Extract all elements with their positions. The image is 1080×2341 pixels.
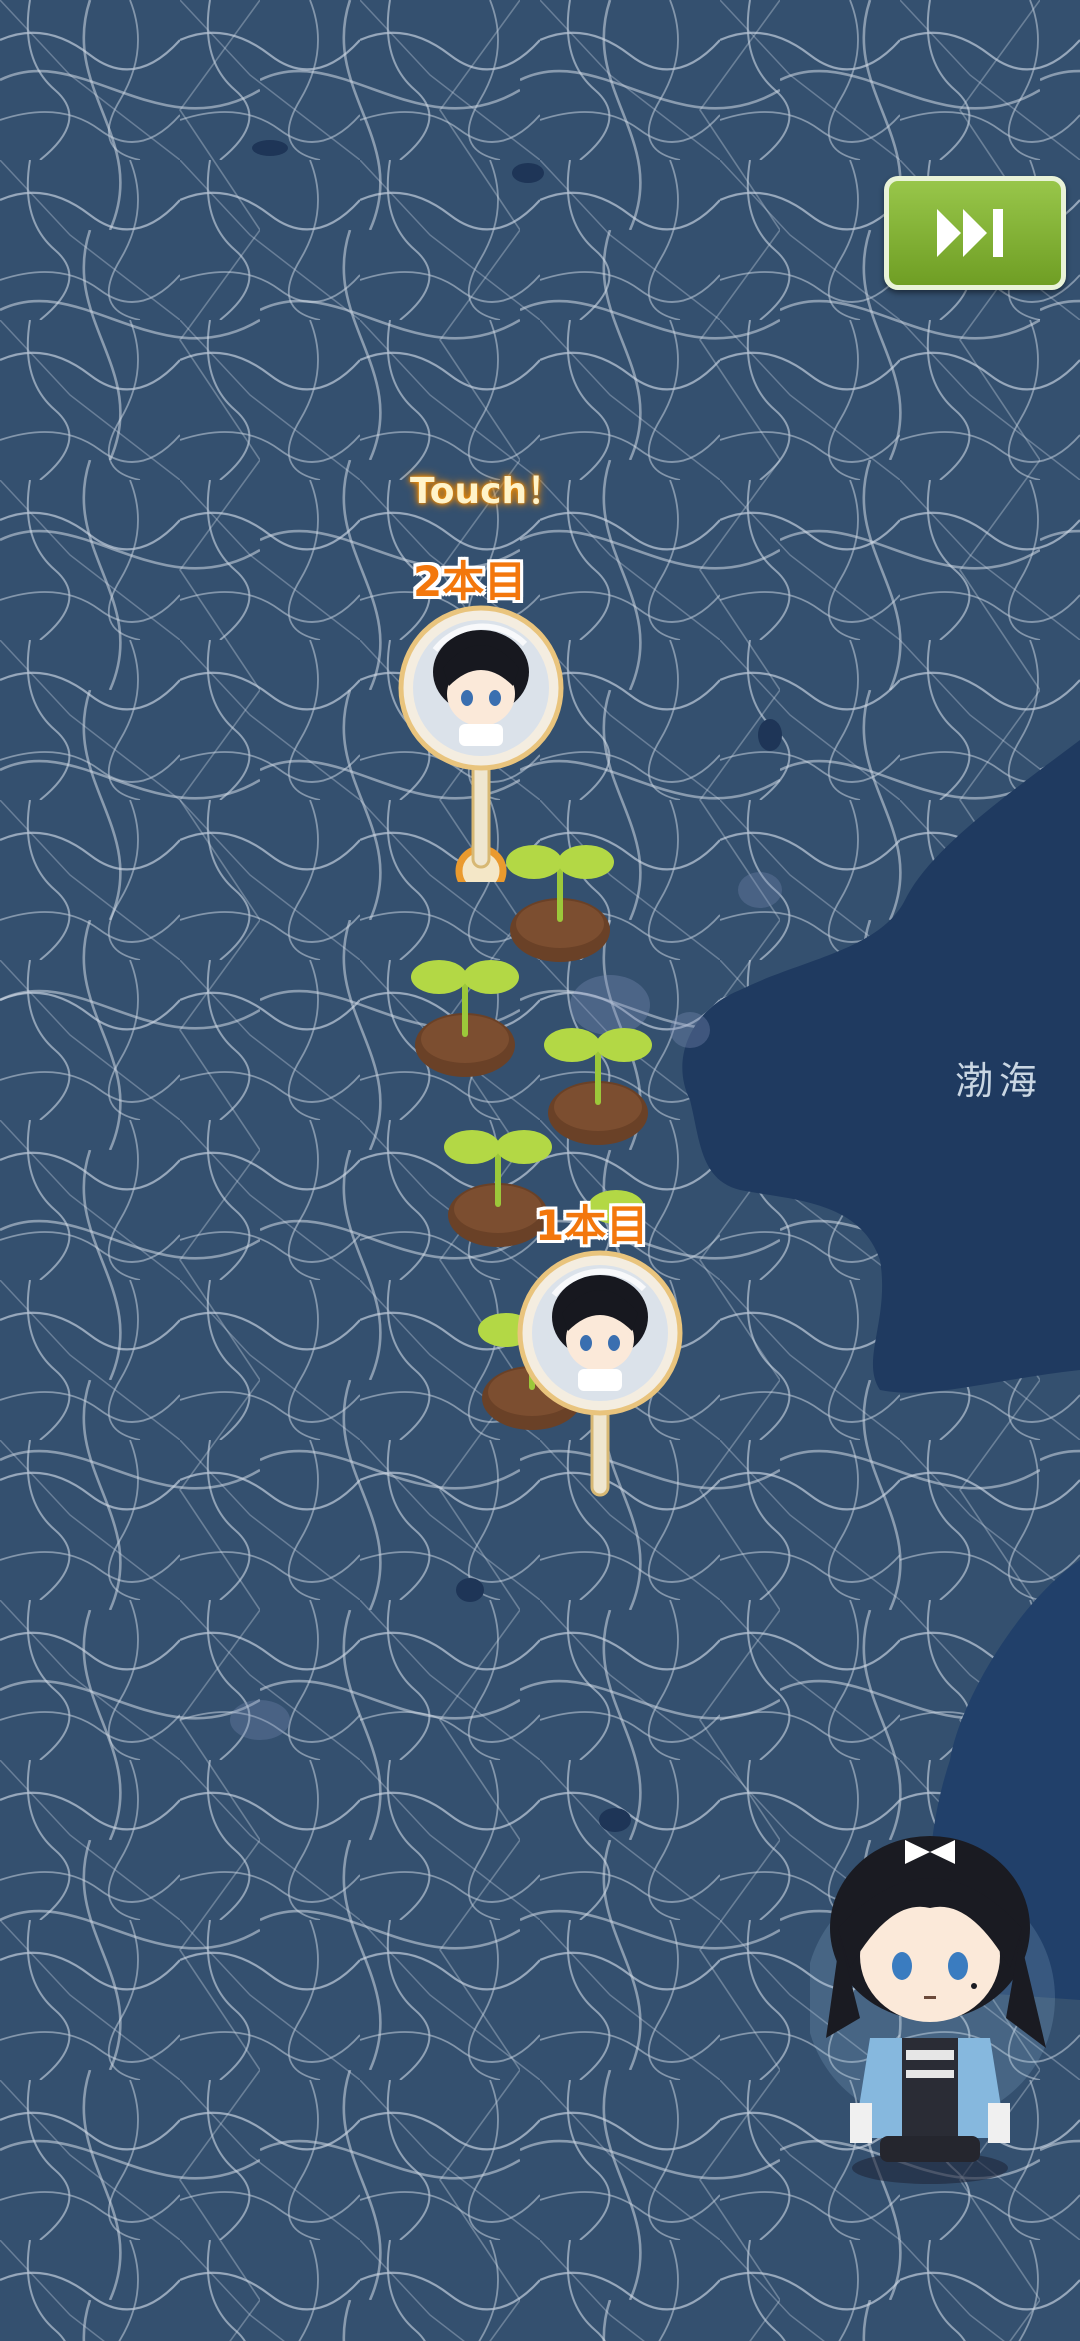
sea-label-bohai: 渤海 xyxy=(955,1059,1044,1103)
skip-button[interactable] xyxy=(884,176,1066,290)
touch-hint: Touch！ xyxy=(410,471,564,512)
pin-label-1: 1本目 xyxy=(535,1201,649,1250)
pin-label-2: 2本目 xyxy=(413,557,527,606)
avatar-pin-1[interactable] xyxy=(514,1247,686,1502)
chibi-character[interactable] xyxy=(810,1818,1080,2188)
avatar-pin-2[interactable] xyxy=(395,602,567,882)
fast-forward-icon xyxy=(937,209,1003,257)
